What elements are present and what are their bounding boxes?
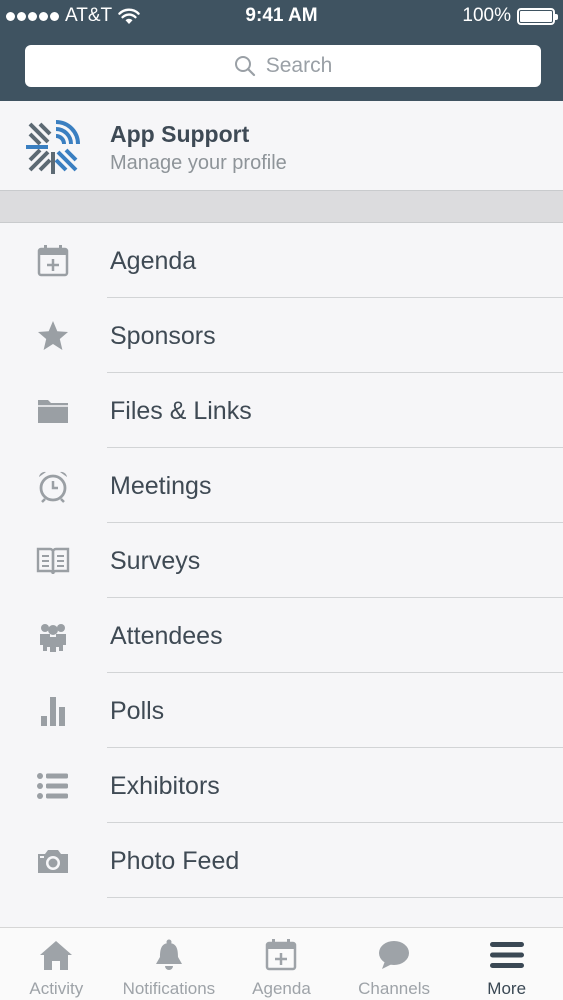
menu-item-label: Attendees	[110, 622, 223, 650]
star-icon	[34, 318, 72, 354]
profile-row[interactable]: App Support Manage your profile	[0, 101, 563, 191]
menu-item-agenda[interactable]: Agenda	[0, 223, 563, 298]
tab-label: Activity	[29, 979, 84, 998]
profile-subtitle: Manage your profile	[110, 152, 287, 174]
menu-item-label: Exhibitors	[110, 772, 220, 800]
calendar-icon	[34, 243, 72, 279]
menu-item-label: Sponsors	[110, 322, 216, 350]
camera-icon	[34, 843, 72, 879]
menu-item-files-links[interactable]: Files & Links	[0, 373, 563, 448]
top-bar: AT&T 9:41 AM 100% Search	[0, 0, 563, 101]
tab-label: Channels	[358, 979, 430, 998]
menu-item-surveys[interactable]: Surveys	[0, 523, 563, 598]
section-separator	[0, 191, 563, 223]
tab-activity[interactable]: Activity	[0, 928, 113, 1000]
status-right: 100%	[462, 5, 558, 27]
status-bar: AT&T 9:41 AM 100%	[0, 0, 563, 32]
hamburger-menu-icon	[489, 938, 525, 972]
bar-chart-icon	[34, 693, 72, 729]
tab-label: Notifications	[122, 979, 216, 998]
app-support-logo	[26, 120, 80, 174]
menu-item-label: Polls	[110, 697, 165, 725]
menu-item-sponsors[interactable]: Sponsors	[0, 298, 563, 373]
bell-icon	[151, 938, 187, 972]
tab-label: Agenda	[252, 979, 311, 998]
tab-more[interactable]: More	[450, 928, 563, 1000]
menu-item-attendees[interactable]: Attendees	[0, 598, 563, 673]
menu-item-label: Meetings	[110, 472, 212, 500]
profile-name: App Support	[110, 121, 250, 147]
menu-item-label: Files & Links	[110, 397, 252, 425]
calendar-icon	[263, 938, 299, 972]
menu-item-photo-feed[interactable]: Photo Feed	[0, 823, 563, 898]
menu-item-exhibitors[interactable]: Exhibitors	[0, 748, 563, 823]
more-menu-list: Agenda Sponsors Files & Links Meetings S…	[0, 223, 563, 898]
folder-icon	[34, 393, 72, 429]
tab-agenda[interactable]: Agenda	[225, 928, 338, 1000]
home-icon	[38, 938, 74, 972]
search-placeholder: Search	[265, 54, 333, 77]
chat-bubble-icon	[376, 938, 412, 972]
tab-channels[interactable]: Channels	[338, 928, 451, 1000]
menu-item-label: Photo Feed	[110, 847, 240, 875]
menu-item-polls[interactable]: Polls	[0, 673, 563, 748]
menu-item-label: Agenda	[110, 247, 197, 275]
tab-label: More	[487, 979, 527, 998]
alarm-clock-icon	[34, 468, 72, 504]
search-input[interactable]: Search	[25, 45, 541, 87]
divider	[107, 897, 563, 898]
menu-item-meetings[interactable]: Meetings	[0, 448, 563, 523]
tab-bar: Activity Notifications Agenda Channels M…	[0, 927, 563, 1000]
battery-icon	[517, 7, 558, 25]
search-icon	[234, 56, 255, 77]
tab-notifications[interactable]: Notifications	[113, 928, 226, 1000]
people-icon	[34, 618, 72, 654]
list-icon	[34, 768, 72, 804]
menu-item-label: Surveys	[110, 547, 201, 575]
battery-percent: 100%	[462, 5, 511, 26]
book-icon	[34, 543, 72, 579]
